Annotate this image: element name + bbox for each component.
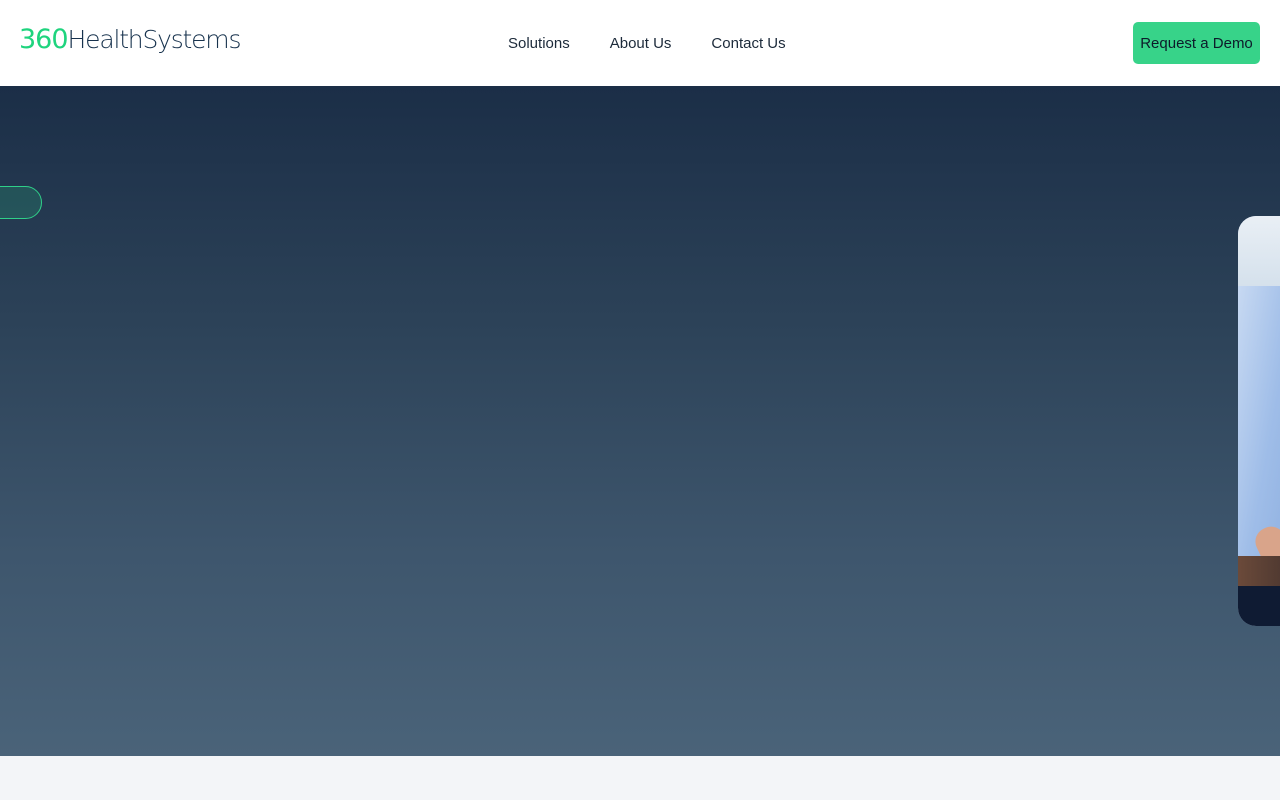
photo-belt [1238, 556, 1280, 586]
lower-section [0, 756, 1280, 800]
logo-number: 360 [19, 24, 69, 55]
photo-shirt [1238, 286, 1280, 556]
hero-section [0, 86, 1280, 756]
photo-trousers [1238, 586, 1280, 626]
photo-background-window [1238, 216, 1280, 286]
hero-person-photo [1238, 216, 1280, 626]
nav-contact-us[interactable]: Contact Us [711, 35, 785, 52]
nav-about-us[interactable]: About Us [610, 35, 672, 52]
hero-badge-pill[interactable] [0, 186, 42, 219]
site-header: 360 HealthSystems Solutions About Us Cont… [0, 0, 1280, 86]
brand-logo[interactable]: 360 HealthSystems [19, 24, 242, 60]
logo-wordmark: HealthSystems [67, 25, 242, 54]
nav-solutions[interactable]: Solutions [508, 35, 570, 52]
main-nav: Solutions About Us Contact Us [508, 0, 826, 86]
request-demo-button[interactable]: Request a Demo [1133, 22, 1260, 64]
